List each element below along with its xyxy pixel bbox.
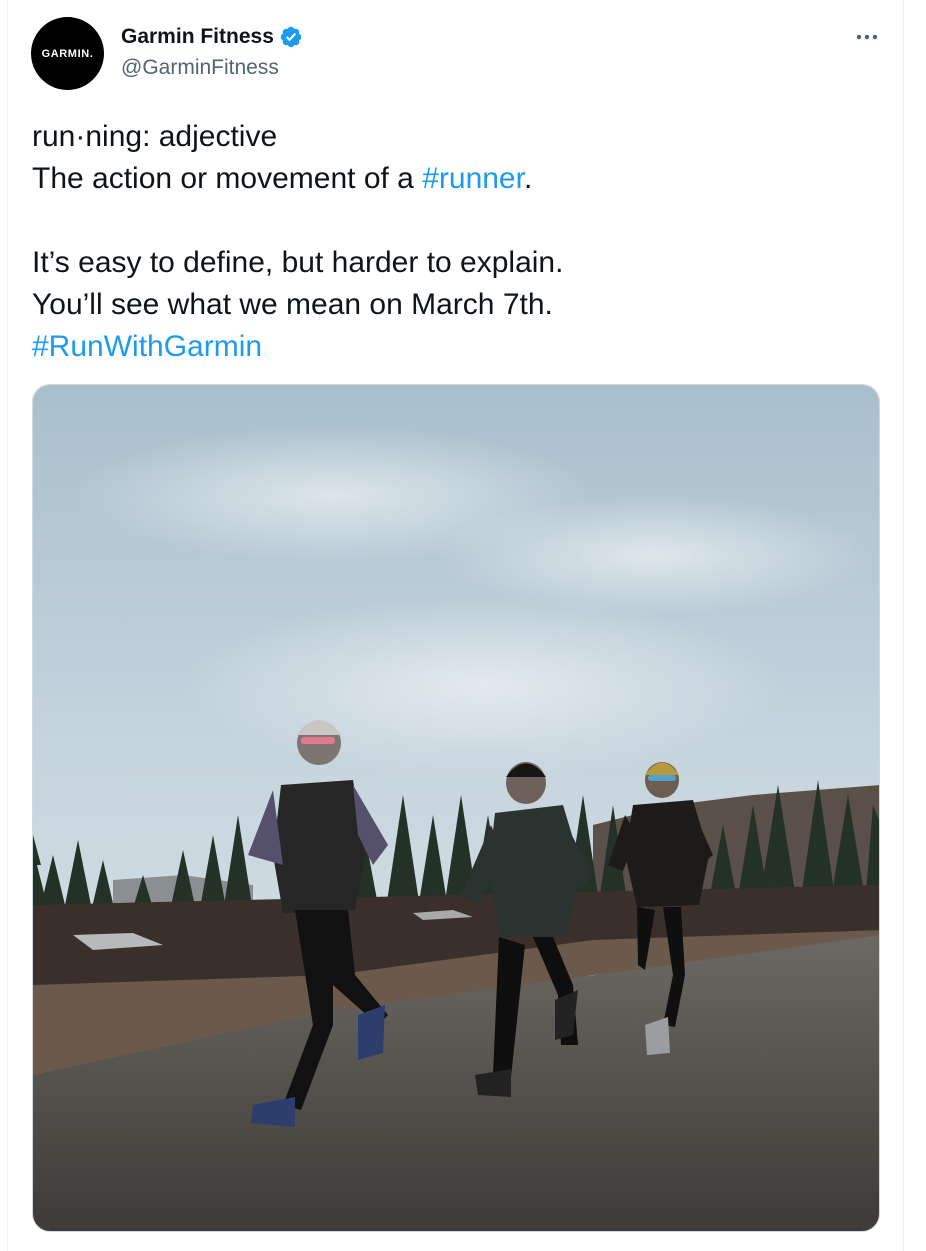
tweet-line-define: It’s easy to define, but harder to expla… xyxy=(32,246,564,279)
more-options-button[interactable] xyxy=(850,22,884,52)
tweet-line-march: You’ll see what we mean on March 7th. xyxy=(32,288,553,321)
verified-badge-icon xyxy=(280,26,302,48)
hashtag-runwithgarmin-link[interactable]: #RunWithGarmin xyxy=(32,326,892,368)
hashtag-runner-link[interactable]: #runner xyxy=(422,162,524,195)
tweet-text: run·ning: adjective The action or moveme… xyxy=(32,116,892,368)
tweet-photo[interactable] xyxy=(32,384,880,1232)
tweet-card: GARMIN. Garmin Fitness @GarminFitness ru… xyxy=(0,0,926,1251)
tweet-line-action: The action or movement of a #runner. xyxy=(32,158,892,200)
more-options-icon xyxy=(856,34,878,40)
tweet-line-action-text: The action or movement of a xyxy=(32,162,423,195)
tweet-line-action-period: . xyxy=(523,162,533,195)
author-name-label: Garmin Fitness xyxy=(121,25,274,48)
tweet-line-definition: run·ning: adjective xyxy=(32,120,278,153)
author-name[interactable]: Garmin Fitness xyxy=(121,25,303,49)
runners-photo xyxy=(33,385,879,1231)
avatar-logo-text: GARMIN. xyxy=(41,47,94,60)
left-border xyxy=(7,0,8,1251)
author-handle[interactable]: @GarminFitness xyxy=(121,56,279,80)
right-border xyxy=(903,0,904,1251)
avatar[interactable]: GARMIN. xyxy=(31,17,104,90)
